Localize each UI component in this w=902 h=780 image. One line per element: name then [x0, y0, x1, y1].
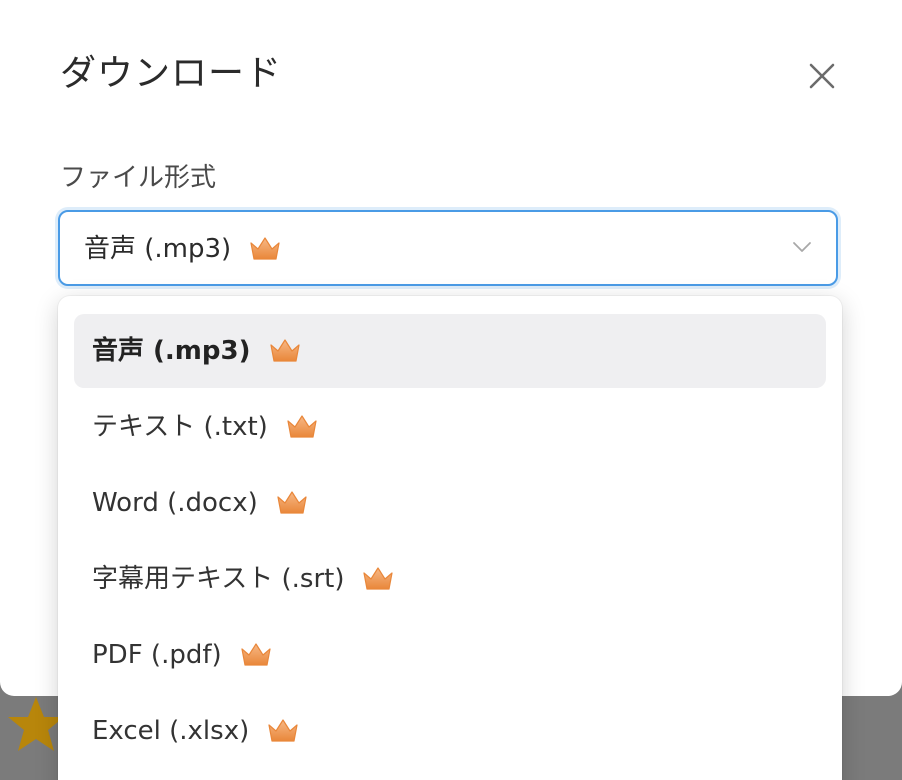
crown-icon	[250, 236, 280, 260]
select-value-text: 音声 (.mp3)	[84, 234, 232, 264]
option-pdf[interactable]: PDF (.pdf)	[74, 618, 826, 692]
crown-icon	[287, 414, 317, 438]
option-mp3[interactable]: 音声 (.mp3)	[74, 314, 826, 388]
file-format-label: ファイル形式	[60, 163, 217, 193]
option-docx[interactable]: Word (.docx)	[74, 466, 826, 540]
close-icon[interactable]	[804, 58, 840, 94]
option-label: Word (.docx)	[92, 486, 308, 520]
file-format-dropdown: 音声 (.mp3) テキスト (.txt) Word (.docx) 字幕用テキ…	[58, 296, 842, 780]
crown-icon	[363, 566, 394, 590]
option-label: Excel (.xlsx)	[92, 714, 299, 748]
crown-icon	[269, 338, 300, 362]
star-icon	[8, 697, 64, 751]
option-label: 字幕用テキスト (.srt)	[92, 562, 394, 596]
crown-icon	[277, 490, 307, 514]
option-label: PDF (.pdf)	[92, 638, 272, 672]
crown-icon	[241, 642, 271, 666]
option-srt[interactable]: 字幕用テキスト (.srt)	[74, 542, 826, 616]
option-xlsx[interactable]: Excel (.xlsx)	[74, 694, 826, 768]
crown-icon	[268, 718, 298, 742]
chevron-down-icon	[793, 242, 811, 252]
option-label: 音声 (.mp3)	[92, 334, 301, 368]
file-format-select[interactable]: 音声 (.mp3)	[58, 210, 838, 286]
select-value: 音声 (.mp3)	[84, 232, 281, 266]
page: ダウンロード ファイル形式 音声 (.mp3) 音声 (.mp3) テキスト (…	[0, 0, 902, 780]
dialog-title: ダウンロード	[60, 53, 283, 94]
option-label: テキスト (.txt)	[92, 410, 318, 444]
option-txt[interactable]: テキスト (.txt)	[74, 390, 826, 464]
